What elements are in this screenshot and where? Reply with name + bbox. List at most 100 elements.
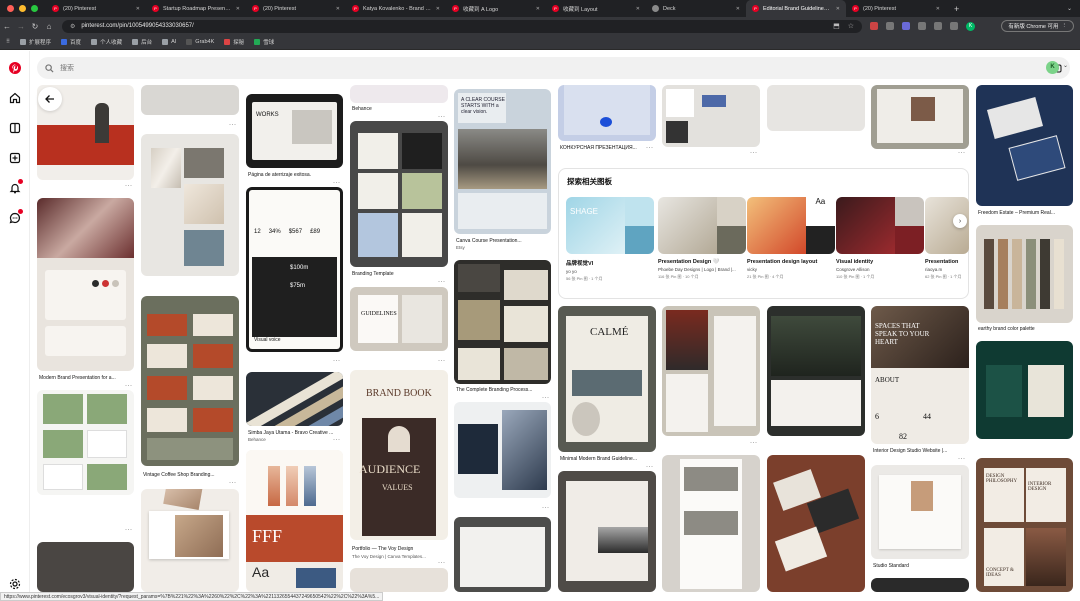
new-tab-button[interactable]: + [946,4,959,14]
pin-image[interactable] [558,85,656,141]
pin-title[interactable]: Minimal Modern Brand Guideline... [560,456,650,462]
close-tab-icon[interactable]: ✕ [836,6,840,12]
pin-title[interactable]: Canva Course Presentation... [456,238,546,244]
search-input[interactable]: 搜索 [60,63,74,73]
pin-more-icon[interactable]: ··· [229,122,237,128]
browser-tab[interactable]: Deck ✕ [646,0,746,17]
browser-tab[interactable]: P 收藏到 Layout ✕ [546,0,646,17]
browser-tab[interactable]: P Katya Kovalenko - Brand & P ✕ [346,0,446,17]
browser-tab[interactable]: P (20) Pinterest ✕ [846,0,946,17]
pin-image[interactable] [871,578,969,592]
board-card[interactable]: Aa Presentation design layout vicky 21 张… [747,197,835,280]
bookmark-item[interactable]: 扩展程序 [20,38,51,46]
pin-more-icon[interactable]: ··· [438,114,446,120]
reload-icon[interactable]: ↻ [28,22,42,31]
pin-image[interactable] [976,225,1073,323]
pinterest-logo-icon[interactable] [8,61,22,75]
pin-source[interactable]: Behance [248,437,266,442]
bookmark-item[interactable]: 雪球 [254,38,274,46]
forward-arrow-icon[interactable]: → [14,22,28,31]
pin-more-icon[interactable]: ··· [125,183,133,189]
pin-more-icon[interactable]: ··· [646,464,654,470]
pin-more-icon[interactable]: ··· [125,383,133,389]
pin-image[interactable] [141,85,239,115]
search-bar[interactable]: 搜索 [37,57,1070,79]
account-chevron-down-icon[interactable]: ⌄ [1063,62,1068,69]
bookmark-item[interactable]: 后台 [132,38,152,46]
pin-image[interactable] [662,85,760,147]
pin-more-icon[interactable]: ··· [958,150,966,156]
pin-image[interactable]: WORKS [246,94,343,168]
pin-image[interactable] [871,85,969,149]
extension-icon[interactable] [886,22,894,30]
pin-title[interactable]: earthy brand color palette [978,326,1068,332]
install-icon[interactable]: ⬒ [833,22,840,30]
pin-image[interactable] [37,198,134,371]
pin-image[interactable]: FFF Aa [246,450,343,592]
pin-image[interactable]: A CLEAR COURSE STARTS WITH a clear visio… [454,89,551,234]
pin-image[interactable] [767,306,865,436]
explore-icon[interactable] [8,121,22,135]
pin-title[interactable]: КОНКУРСНАЯ ПРЕЗЕНТАЦИЯ... [560,145,646,151]
bookmark-star-icon[interactable]: ☆ [848,22,854,30]
pin-more-icon[interactable]: ··· [542,395,550,401]
back-arrow-icon[interactable]: ← [0,22,14,31]
board-card[interactable]: Visual identity Cosgrove Allison 110 张 P… [836,197,924,280]
messages-icon[interactable] [8,209,23,225]
pin-image[interactable] [662,455,760,592]
pin-more-icon[interactable]: ··· [438,358,446,364]
pin-title[interactable]: Portfolio — The Voy Design [352,546,442,552]
pin-image[interactable] [767,455,865,592]
bookmark-item[interactable]: 百度 [61,38,81,46]
pin-more-icon[interactable]: ··· [646,145,654,151]
pin-title[interactable]: Interior Design Studio Website |... [873,448,963,454]
pin-source[interactable]: Behance [352,106,442,112]
pin-more-icon[interactable]: ··· [750,440,758,446]
pin-title[interactable]: Página de aterrizaje exitosa. [248,172,338,178]
tab-search-chevron-icon[interactable]: ⌄ [1067,5,1072,12]
bookmark-item[interactable]: AI [162,39,176,45]
browser-tab-active[interactable]: P Editorial Brand Guidelines for ✕ [746,0,846,17]
carousel-next-chevron-icon[interactable]: › [953,214,967,228]
pin-more-icon[interactable]: ··· [542,505,550,511]
pin-title[interactable]: Freedom Estate – Premium Real... [978,210,1068,216]
close-window-button[interactable] [7,5,14,12]
pin-image[interactable] [454,260,551,384]
pin-more-icon[interactable]: ··· [333,437,341,443]
pin-title[interactable]: Studio Standard [873,563,963,569]
pin-title[interactable]: Modern Brand Presentation for a... [39,375,129,381]
pin-image[interactable]: BRAND BOOK AUDIENCE VALUES [350,370,448,540]
browser-tab[interactable]: P (20) Pinterest ✕ [246,0,346,17]
pin-image[interactable]: SPACES THAT SPEAK TO YOUR HEART ABOUT 6 … [871,306,969,444]
pin-image[interactable] [37,542,134,592]
pin-title[interactable]: Vintage Coffee Shop Branding... [143,472,233,478]
puzzle-icon[interactable] [934,22,942,30]
create-icon[interactable] [8,151,22,165]
chrome-update-button[interactable]: 有新版 Chrome 可用 ⋮ [1001,20,1074,32]
browser-tab[interactable]: P Startup Roadmap Presentation ✕ [146,0,246,17]
browser-tab[interactable]: P 收藏到 A Logo ✕ [446,0,546,17]
pin-image[interactable] [454,402,551,498]
pin-more-icon[interactable]: ··· [750,150,758,156]
maximize-window-button[interactable] [31,5,38,12]
site-info-icon[interactable]: ⚙ [70,23,75,30]
close-tab-icon[interactable]: ✕ [436,6,440,12]
pin-image[interactable] [37,390,134,495]
pin-image[interactable] [976,85,1073,206]
extension-icon[interactable] [902,22,910,30]
board-card[interactable]: SHAGE 品牌视觉VI yo yo 56 张 Pin 图 · 1 个月 [566,197,654,282]
pin-image[interactable]: GUIDELINES [350,287,448,351]
profile-avatar[interactable]: K [966,21,975,31]
pin-image[interactable] [767,85,865,131]
pin-more-icon[interactable]: ··· [229,480,237,486]
close-tab-icon[interactable]: ✕ [736,6,740,12]
pin-image[interactable] [141,296,239,466]
pin-image[interactable]: CALMÉ [558,306,656,452]
pin-source[interactable]: The Voy Design | Canva Templates... [352,554,426,559]
bookmark-item[interactable]: Grab4K [186,39,214,45]
pin-image[interactable] [350,85,448,103]
close-tab-icon[interactable]: ✕ [536,6,540,12]
pin-image[interactable] [141,134,239,276]
pin-image[interactable] [350,121,448,267]
pin-image[interactable] [454,517,551,592]
